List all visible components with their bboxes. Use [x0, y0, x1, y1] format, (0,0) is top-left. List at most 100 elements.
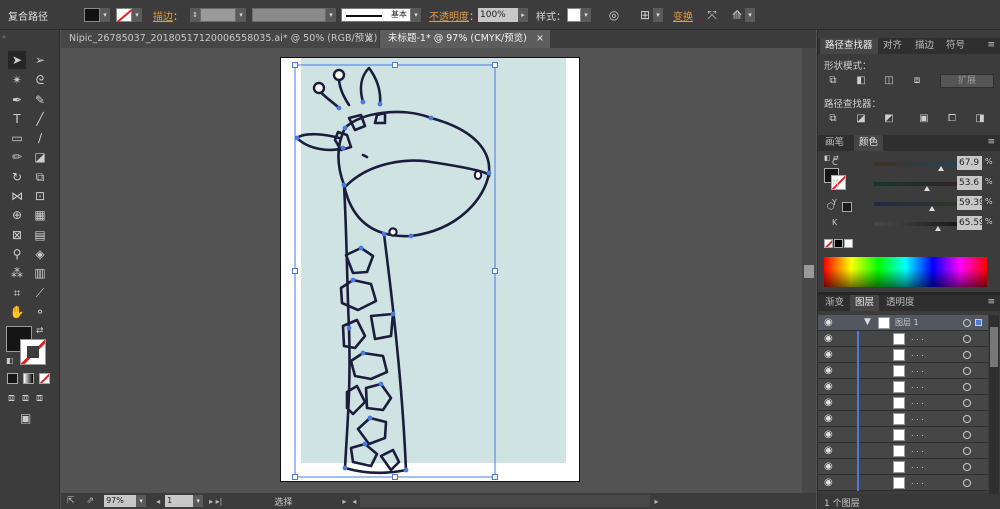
selected-indicator[interactable]: [975, 319, 982, 326]
sublayer-row[interactable]: ◉ . . .: [818, 363, 988, 379]
sublayer-name[interactable]: . . .: [911, 397, 924, 406]
scale-tool-icon[interactable]: ⧉: [31, 168, 49, 186]
sublayer-row[interactable]: ◉ . . .: [818, 347, 988, 363]
sublayer-name[interactable]: . . .: [911, 461, 924, 470]
magenta-value-field[interactable]: 53.6: [957, 176, 982, 190]
target-icon[interactable]: [963, 479, 971, 487]
giraffe-artwork[interactable]: [281, 58, 581, 483]
tab-color[interactable]: 颜色: [854, 135, 884, 151]
target-icon[interactable]: [963, 319, 971, 327]
unite-icon[interactable]: ⧉: [825, 74, 841, 88]
eye-icon[interactable]: ◉: [824, 318, 833, 328]
color-mode-icon[interactable]: [7, 373, 18, 384]
sublayer-row[interactable]: ◉ . . .: [818, 427, 988, 443]
panel-menu-icon[interactable]: ≡: [987, 40, 995, 50]
eye-icon[interactable]: ◉: [824, 478, 833, 488]
graph-tool-icon[interactable]: ▥: [31, 264, 49, 282]
sublayer-row[interactable]: ◉ . . .: [818, 379, 988, 395]
expand-layer-icon[interactable]: ▼: [864, 317, 871, 327]
yellow-value-field[interactable]: 59.39: [957, 196, 982, 210]
sublayer-name[interactable]: . . .: [911, 429, 924, 438]
tools-grip[interactable]: »: [2, 33, 58, 41]
panel-menu-icon[interactable]: ≡: [987, 297, 995, 307]
sublayer-row[interactable]: ◉ . . .: [818, 443, 988, 459]
target-icon[interactable]: [963, 335, 971, 343]
black-knob[interactable]: [935, 226, 942, 231]
opacity-field[interactable]: 100%: [478, 8, 518, 22]
stroke-weight-dropdown[interactable]: ▾: [236, 8, 246, 22]
eraser-tool-icon[interactable]: ◪: [31, 148, 49, 166]
free-transform-icon[interactable]: ⊡: [31, 187, 49, 205]
isolate-selection-icon[interactable]: ⤧: [704, 8, 720, 22]
eye-icon[interactable]: ◉: [824, 430, 833, 440]
target-icon[interactable]: [963, 415, 971, 423]
eye-icon[interactable]: ◉: [824, 350, 833, 360]
close-icon[interactable]: ×: [365, 30, 373, 48]
status-arrow-icon[interactable]: ▸: [342, 497, 346, 506]
target-icon[interactable]: [963, 399, 971, 407]
pencil-tool-icon[interactable]: ✏: [8, 148, 26, 166]
style-dropdown[interactable]: ▾: [581, 8, 591, 22]
eye-icon[interactable]: ◉: [824, 398, 833, 408]
eye-icon[interactable]: ◉: [824, 414, 833, 424]
rotate-tool-icon[interactable]: ↻: [8, 168, 26, 186]
zoom-field[interactable]: 97%: [104, 495, 137, 507]
tab-brushes[interactable]: 画笔: [820, 135, 849, 151]
tab-align[interactable]: 对齐: [878, 38, 907, 54]
stroke-profile-field[interactable]: 基本: [341, 8, 411, 22]
blend-tool-icon[interactable]: ◈: [31, 245, 49, 263]
share-icon[interactable]: ⇗: [87, 496, 95, 506]
sublayer-name[interactable]: . . .: [911, 381, 924, 390]
align-options-icon[interactable]: ⊞: [637, 8, 653, 22]
tab-nipic-document[interactable]: Nipic_26785037_20180517120006558035.ai* …: [61, 30, 379, 48]
lasso-icon[interactable]: ᘓ: [31, 71, 49, 89]
artboard-tool-icon[interactable]: ⌗: [8, 284, 26, 302]
sublayer-name[interactable]: . . .: [911, 477, 924, 486]
tab-gradient[interactable]: 渐变: [820, 295, 849, 311]
stroke-weight-field[interactable]: [200, 8, 236, 22]
eye-icon[interactable]: ◉: [824, 382, 833, 392]
yellow-knob[interactable]: [929, 206, 936, 211]
stroke-color-box[interactable]: [20, 339, 46, 365]
stroke-swatch[interactable]: ▾: [116, 0, 142, 30]
exclude-icon[interactable]: ⧈: [909, 74, 925, 88]
tab-symbols[interactable]: 符号: [941, 38, 970, 54]
variable-width-dropdown[interactable]: ▾: [326, 8, 336, 22]
magenta-slider[interactable]: M 53.6 %: [818, 176, 1000, 192]
prev-artboard-icon[interactable]: ◂: [156, 497, 160, 506]
arrange-dropdown[interactable]: ▾: [745, 8, 755, 22]
type-tool-icon[interactable]: T: [8, 110, 26, 128]
page-field[interactable]: 1: [165, 495, 194, 507]
scroll-right-icon[interactable]: ▸: [654, 497, 658, 506]
symbol-sprayer-icon[interactable]: ⁂: [8, 264, 26, 282]
target-icon[interactable]: [963, 431, 971, 439]
page-dropdown[interactable]: ▾: [193, 495, 204, 507]
magic-wand-icon[interactable]: ✴: [8, 71, 26, 89]
sublayer-name[interactable]: . . .: [911, 333, 924, 342]
eye-icon[interactable]: ◉: [824, 446, 833, 456]
outline-icon[interactable]: ⧠: [944, 112, 960, 126]
stroke-weight-stepper[interactable]: ⇕: [190, 8, 200, 22]
curvature-tool-icon[interactable]: ✎: [31, 91, 49, 109]
layer-name[interactable]: 图层 1: [895, 317, 919, 328]
panel-menu-icon[interactable]: ≡: [987, 137, 995, 147]
target-icon[interactable]: [963, 351, 971, 359]
target-icon[interactable]: [963, 447, 971, 455]
swap-fill-stroke-icon[interactable]: ⇄: [36, 326, 44, 336]
recolor-artwork-icon[interactable]: ◎: [606, 8, 622, 22]
black-color-chip[interactable]: [834, 239, 843, 248]
cyan-slider[interactable]: C 67.9 %: [818, 156, 1000, 172]
yellow-slider[interactable]: Y 59.39 %: [818, 196, 1000, 212]
cyan-knob[interactable]: [937, 166, 944, 171]
zoom-tool-icon[interactable]: ⚬: [31, 303, 49, 321]
stroke-dropdown-icon[interactable]: ▾: [132, 8, 142, 22]
black-value-field[interactable]: 65.59: [957, 216, 982, 230]
next-artboard-icon[interactable]: ▸ ▸|: [209, 497, 222, 506]
target-icon[interactable]: [963, 383, 971, 391]
layer-1-row[interactable]: ◉ ▼ 图层 1: [818, 315, 988, 331]
tab-untitled-document[interactable]: 未标题-1* @ 97% (CMYK/预览) ×: [380, 30, 550, 48]
shape-builder-icon[interactable]: ⊕: [8, 206, 26, 224]
target-icon[interactable]: [963, 367, 971, 375]
sublayer-row[interactable]: ◉ . . .: [818, 411, 988, 427]
sublayer-name[interactable]: . . .: [911, 413, 924, 422]
